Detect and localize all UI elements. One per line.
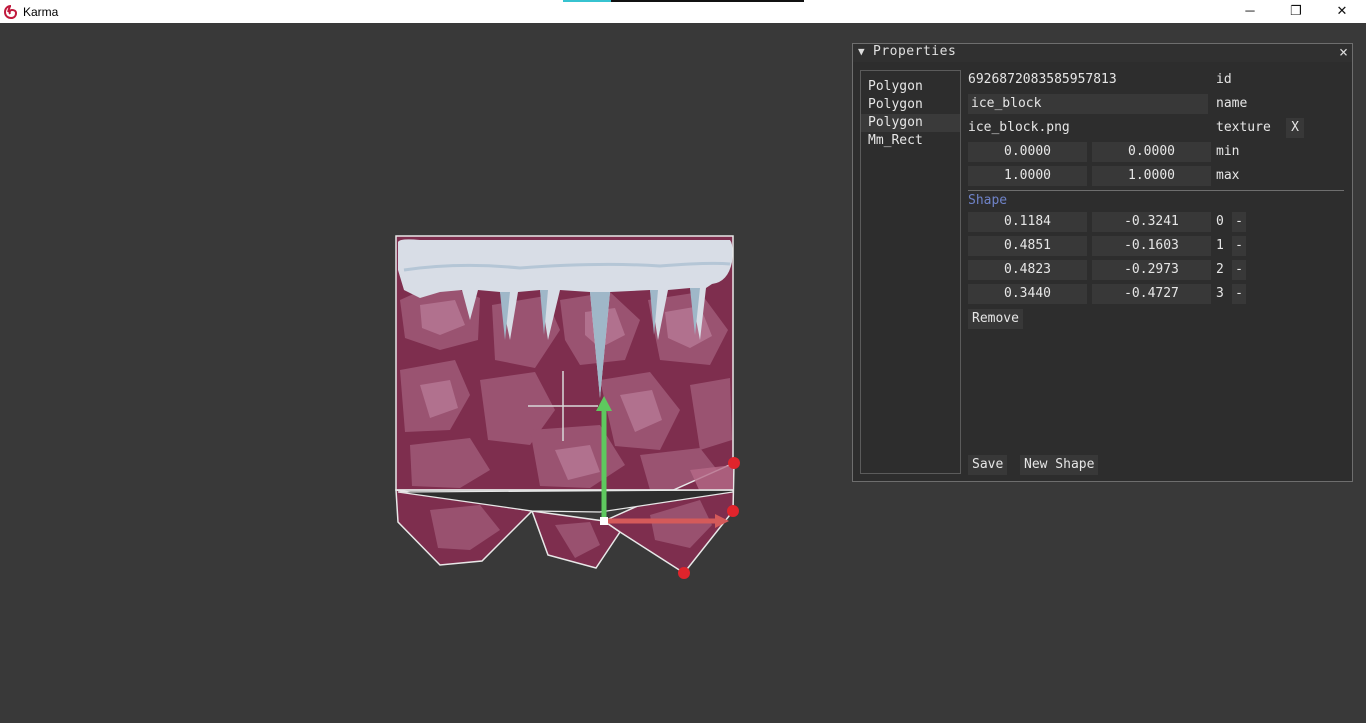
minimize-button[interactable]: ─ <box>1227 0 1273 23</box>
entity-list-item[interactable]: Mm_Rect <box>861 132 960 150</box>
point-y-input[interactable]: -0.2973 <box>1092 260 1211 280</box>
min-y-input[interactable]: 0.0000 <box>1092 142 1211 162</box>
min-label: min <box>1216 144 1240 159</box>
minimize-icon: ─ <box>1245 3 1255 18</box>
texture-value[interactable]: ice_block.png <box>968 118 1208 138</box>
point-x-input[interactable]: 0.1184 <box>968 212 1087 232</box>
remove-point-button[interactable]: - <box>1232 212 1246 232</box>
new-shape-button[interactable]: New Shape <box>1020 455 1099 475</box>
point-index: 0 <box>1216 214 1224 229</box>
id-label: id <box>1216 72 1232 87</box>
entity-list-item-selected[interactable]: Polygon <box>861 114 960 132</box>
vertex-handle[interactable] <box>678 567 690 579</box>
min-x-input[interactable]: 0.0000 <box>968 142 1087 162</box>
properties-panel: ▼ Properties × Polygon Polygon Polygon M… <box>852 43 1353 482</box>
title-bar: Karma ─ ❐ ✕ <box>0 0 1366 23</box>
max-y-input[interactable]: 1.0000 <box>1092 166 1211 186</box>
close-icon: ✕ <box>1336 3 1348 18</box>
point-x-input[interactable]: 0.3440 <box>968 284 1087 304</box>
window-title: Karma <box>23 5 59 19</box>
texture-label: texture <box>1216 120 1271 135</box>
point-y-input[interactable]: -0.3241 <box>1092 212 1211 232</box>
gizmo-origin-handle[interactable] <box>600 517 608 525</box>
ice-block-sprite[interactable] <box>395 235 734 491</box>
name-label: name <box>1216 96 1248 111</box>
entity-list-item[interactable]: Polygon <box>861 78 960 96</box>
close-window-button[interactable]: ✕ <box>1319 0 1365 23</box>
vertex-handle[interactable] <box>728 457 740 469</box>
point-x-input[interactable]: 0.4851 <box>968 236 1087 256</box>
shape-section-label: Shape <box>968 193 1008 208</box>
remove-point-button[interactable]: - <box>1232 284 1246 304</box>
vertex-handle[interactable] <box>727 505 739 517</box>
save-button[interactable]: Save <box>968 455 1008 475</box>
panel-title-bar[interactable]: ▼ Properties × <box>853 43 1352 62</box>
restore-icon: ❐ <box>1290 3 1302 18</box>
point-index: 2 <box>1216 262 1224 277</box>
name-input[interactable]: ice_block <box>968 94 1208 114</box>
close-panel-icon[interactable]: × <box>1339 43 1348 61</box>
collapse-triangle-icon[interactable]: ▼ <box>858 45 865 58</box>
point-y-input[interactable]: -0.4727 <box>1092 284 1211 304</box>
karma-logo-icon <box>3 5 18 20</box>
id-value: 6926872083585957813 <box>968 72 1117 87</box>
max-x-input[interactable]: 1.0000 <box>968 166 1087 186</box>
panel-title: Properties <box>873 44 957 59</box>
remove-point-button[interactable]: - <box>1232 236 1246 256</box>
section-divider <box>968 190 1344 191</box>
remove-shape-button[interactable]: Remove <box>968 309 1023 329</box>
point-y-input[interactable]: -0.1603 <box>1092 236 1211 256</box>
max-label: max <box>1216 168 1240 183</box>
remove-point-button[interactable]: - <box>1232 260 1246 280</box>
entity-list-item[interactable]: Polygon <box>861 96 960 114</box>
point-index: 1 <box>1216 238 1224 253</box>
point-x-input[interactable]: 0.4823 <box>968 260 1087 280</box>
tab-strip-accent <box>563 0 611 2</box>
entity-list: Polygon Polygon Polygon Mm_Rect <box>860 70 961 474</box>
maximize-button[interactable]: ❐ <box>1273 0 1319 23</box>
clear-texture-button[interactable]: X <box>1286 118 1304 138</box>
point-index: 3 <box>1216 286 1224 301</box>
tab-strip <box>611 0 804 2</box>
